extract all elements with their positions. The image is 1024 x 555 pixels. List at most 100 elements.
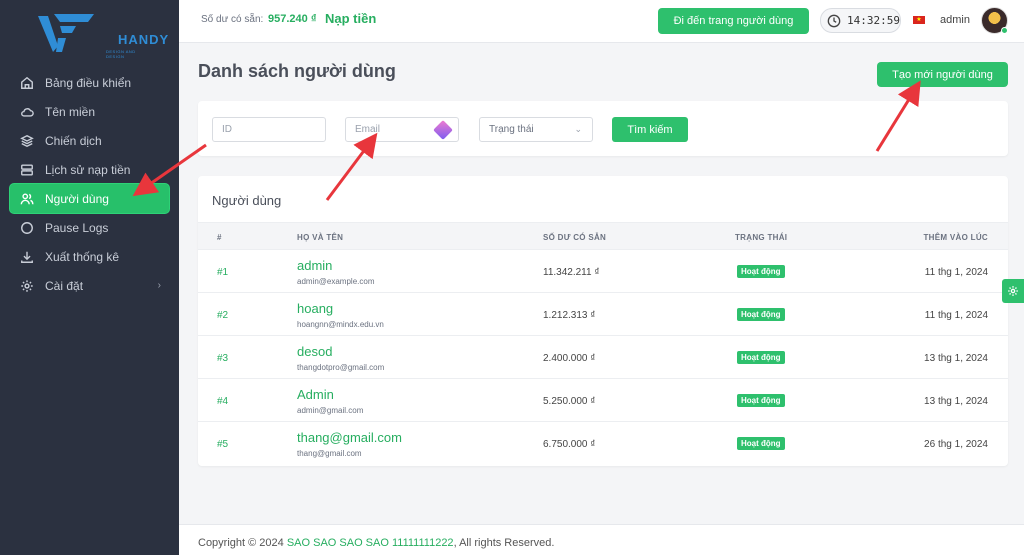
table-title: Người dùng [212, 193, 282, 208]
row-email: admin@example.com [297, 277, 375, 286]
footer: Copyright © 2024 SAO SAO SAO SAO 1111111… [179, 524, 1024, 555]
status-badge: Hoạt động [737, 308, 785, 321]
brand-name: HANDY [118, 32, 170, 47]
row-name[interactable]: hoang [297, 301, 333, 316]
balance-label: Số dư có sẵn: [201, 14, 264, 25]
row-name[interactable]: admin [297, 258, 332, 273]
layers-icon [20, 134, 34, 148]
id-placeholder: ID [222, 124, 232, 135]
column-header-name: HỌ VÀ TÊN [297, 233, 344, 242]
users-table-card: Người dùng # HỌ VÀ TÊN SỐ DƯ CÓ SẴN TRẠN… [198, 176, 1008, 466]
copyright-prefix: Copyright © 2024 [198, 537, 287, 549]
table-row[interactable]: #3 desod thangdotpro@gmail.com 2.400.000… [198, 336, 1008, 379]
top-header: Số dư có sẵn: 957.240 ₫ Nạp tiền Đi đến … [179, 0, 1024, 43]
home-icon [20, 76, 34, 90]
sidebar-item-label: Cài đặt [45, 278, 84, 293]
sidebar-item-settings[interactable]: Cài đặt › [10, 271, 169, 300]
search-button[interactable]: Tìm kiếm [612, 117, 688, 142]
row-balance: 5.250.000 ₫ [543, 396, 596, 407]
app-frame: HANDY DESIGN AND DESIGN Bảng điều khiển … [0, 0, 1024, 555]
row-id[interactable]: #1 [217, 267, 228, 278]
row-added-date: 11 thg 1, 2024 [924, 310, 988, 321]
copyright-text: Copyright © 2024 SAO SAO SAO SAO 1111111… [198, 537, 554, 549]
table-row[interactable]: #4 Admin admin@gmail.com 5.250.000 ₫ Hoạ… [198, 379, 1008, 422]
flag-star: ★ [916, 17, 922, 23]
row-email: hoangnn@mindx.edu.vn [297, 320, 384, 329]
cloud-icon [20, 105, 34, 119]
settings-fab-button[interactable] [1002, 279, 1024, 303]
row-added-date: 11 thg 1, 2024 [924, 267, 988, 278]
user-name[interactable]: admin [940, 14, 970, 26]
email-input[interactable]: Email [345, 117, 459, 142]
row-balance: 6.750.000 ₫ [543, 439, 596, 450]
clock-time: 14:32:59 [847, 14, 900, 27]
table-header: # HỌ VÀ TÊN SỐ DƯ CÓ SẴN TRẠNG THÁI THÊM… [198, 222, 1008, 250]
row-id[interactable]: #3 [217, 353, 228, 364]
table-row[interactable]: #2 hoang hoangnn@mindx.edu.vn 1.212.313 … [198, 293, 1008, 336]
table-row[interactable]: #5 thang@gmail.com thang@gmail.com 6.750… [198, 422, 1008, 465]
clock-widget: 14:32:59 [820, 8, 901, 33]
filter-card: ID Email Trạng thái ⌄ Tìm kiếm [198, 101, 1008, 156]
row-name[interactable]: thang@gmail.com [297, 430, 402, 445]
topup-link[interactable]: Nạp tiền [325, 11, 376, 26]
sidebar-item-label: Bảng điều khiển [45, 75, 132, 90]
status-select[interactable]: Trạng thái ⌄ [479, 117, 593, 142]
row-balance: 2.400.000 ₫ [543, 353, 596, 364]
status-badge: Hoạt động [737, 265, 785, 278]
create-user-button[interactable]: Tạo mới người dùng [877, 62, 1008, 87]
logo-mark-icon [38, 14, 94, 52]
chevron-right-icon: › [157, 280, 161, 291]
row-balance: 11.342.211 ₫ [543, 267, 600, 278]
sidebar-item-campaigns[interactable]: Chiến dịch [10, 126, 169, 155]
status-badge: Hoạt động [737, 394, 785, 407]
row-added-date: 26 thg 1, 2024 [924, 439, 988, 450]
sidebar-item-export-stats[interactable]: Xuất thống kê [10, 242, 169, 271]
circle-icon [20, 221, 34, 235]
sidebar-item-label: Lịch sử nạp tiền [45, 162, 131, 177]
sidebar-item-label: Pause Logs [45, 220, 109, 235]
row-name[interactable]: Admin [297, 387, 334, 402]
online-status-dot [1001, 27, 1008, 34]
sidebar-item-users[interactable]: Người dùng [10, 184, 169, 213]
gear-icon [20, 279, 34, 293]
server-icon [20, 163, 34, 177]
copyright-suffix: , All rights Reserved. [453, 537, 555, 549]
row-added-date: 13 thg 1, 2024 [924, 353, 988, 364]
status-select-value: Trạng thái [489, 124, 534, 135]
status-badge: Hoạt động [737, 437, 785, 450]
sidebar-item-topup-history[interactable]: Lịch sử nạp tiền [10, 155, 169, 184]
row-email: thangdotpro@gmail.com [297, 363, 385, 372]
balance-value: 957.240 ₫ [268, 13, 317, 25]
table-row[interactable]: #1 admin admin@example.com 11.342.211 ₫ … [198, 250, 1008, 293]
column-header-index: # [217, 233, 222, 242]
sidebar-item-domains[interactable]: Tên miền [10, 97, 169, 126]
clock-icon [827, 14, 841, 27]
sidebar: HANDY DESIGN AND DESIGN Bảng điều khiển … [0, 0, 179, 555]
gear-icon [1008, 286, 1018, 296]
sidebar-item-label: Người dùng [45, 191, 109, 206]
brand-logo[interactable]: HANDY DESIGN AND DESIGN [36, 8, 168, 59]
row-id[interactable]: #4 [217, 396, 228, 407]
row-name[interactable]: desod [297, 344, 332, 359]
sidebar-item-label: Chiến dịch [45, 133, 102, 148]
row-id[interactable]: #2 [217, 310, 228, 321]
goto-user-page-button[interactable]: Đi đến trang người dùng [658, 8, 809, 34]
download-icon [20, 250, 34, 264]
sidebar-item-label: Xuất thống kê [45, 249, 120, 264]
vietnam-flag-icon[interactable]: ★ [913, 16, 925, 24]
users-icon [20, 192, 34, 206]
row-id[interactable]: #5 [217, 439, 228, 450]
sidebar-item-pause-logs[interactable]: Pause Logs [10, 213, 169, 242]
column-header-status: TRẠNG THÁI [735, 233, 788, 242]
chevron-down-icon: ⌄ [574, 124, 582, 134]
company-link[interactable]: SAO SAO SAO SAO 11111111222 [287, 537, 454, 549]
sidebar-item-dashboard[interactable]: Bảng điều khiển [10, 68, 169, 97]
row-email: admin@gmail.com [297, 406, 364, 415]
row-added-date: 13 thg 1, 2024 [924, 396, 988, 407]
gem-extension-icon[interactable] [433, 120, 453, 140]
column-header-added: THÊM VÀO LÚC [923, 233, 988, 242]
sidebar-nav: Bảng điều khiển Tên miền Chiến dịch Lịch… [10, 68, 169, 300]
row-balance: 1.212.313 ₫ [543, 310, 596, 321]
row-email: thang@gmail.com [297, 449, 362, 458]
id-input[interactable]: ID [212, 117, 326, 142]
